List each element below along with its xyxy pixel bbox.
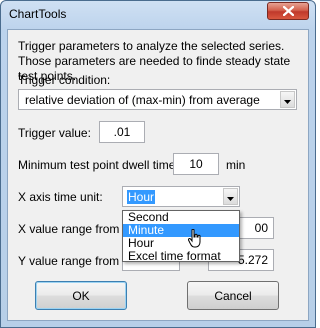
dwell-time-input[interactable]: 10 [173,153,219,175]
trigger-condition-dropdown-button[interactable] [280,91,295,108]
dwell-time-unit: min [226,158,246,172]
chevron-down-icon [284,93,291,107]
ok-button[interactable]: OK [35,281,127,310]
option-excel-time-format[interactable]: Excel time format [123,250,239,263]
y-range-label: Y value range from [18,254,120,268]
x-axis-unit-options-list[interactable]: Second Minute Hour Excel time format [122,210,240,263]
dwell-time-label: Minimum test point dwell time: [18,158,179,172]
x-range-label: X value range from [18,222,120,236]
x-axis-unit-value: Hour [127,190,156,204]
charttools-dialog: ChartTools Trigger parameters to analyze… [0,0,316,328]
trigger-condition-label: Trigger condition: [18,73,111,87]
x-axis-unit-label: X axis time unit: [18,190,103,204]
chevron-down-icon [227,190,234,204]
trigger-value-label: Trigger value: [18,126,91,140]
x-axis-unit-dropdown[interactable]: Hour [122,186,240,207]
close-button[interactable] [267,2,309,20]
x-axis-unit-dropdown-button[interactable] [223,188,238,205]
cancel-button[interactable]: Cancel [187,281,279,310]
close-icon [282,6,294,16]
trigger-value-input[interactable]: .01 [99,121,145,143]
dialog-body: Trigger parameters to analyze the select… [7,29,309,321]
title-bar[interactable]: ChartTools [1,1,315,29]
mouse-pointer-icon [187,228,202,252]
window-title: ChartTools [9,7,67,21]
trigger-condition-value: relative deviation of (max-min) from ave… [25,93,260,107]
trigger-condition-dropdown[interactable]: relative deviation of (max-min) from ave… [18,89,297,110]
